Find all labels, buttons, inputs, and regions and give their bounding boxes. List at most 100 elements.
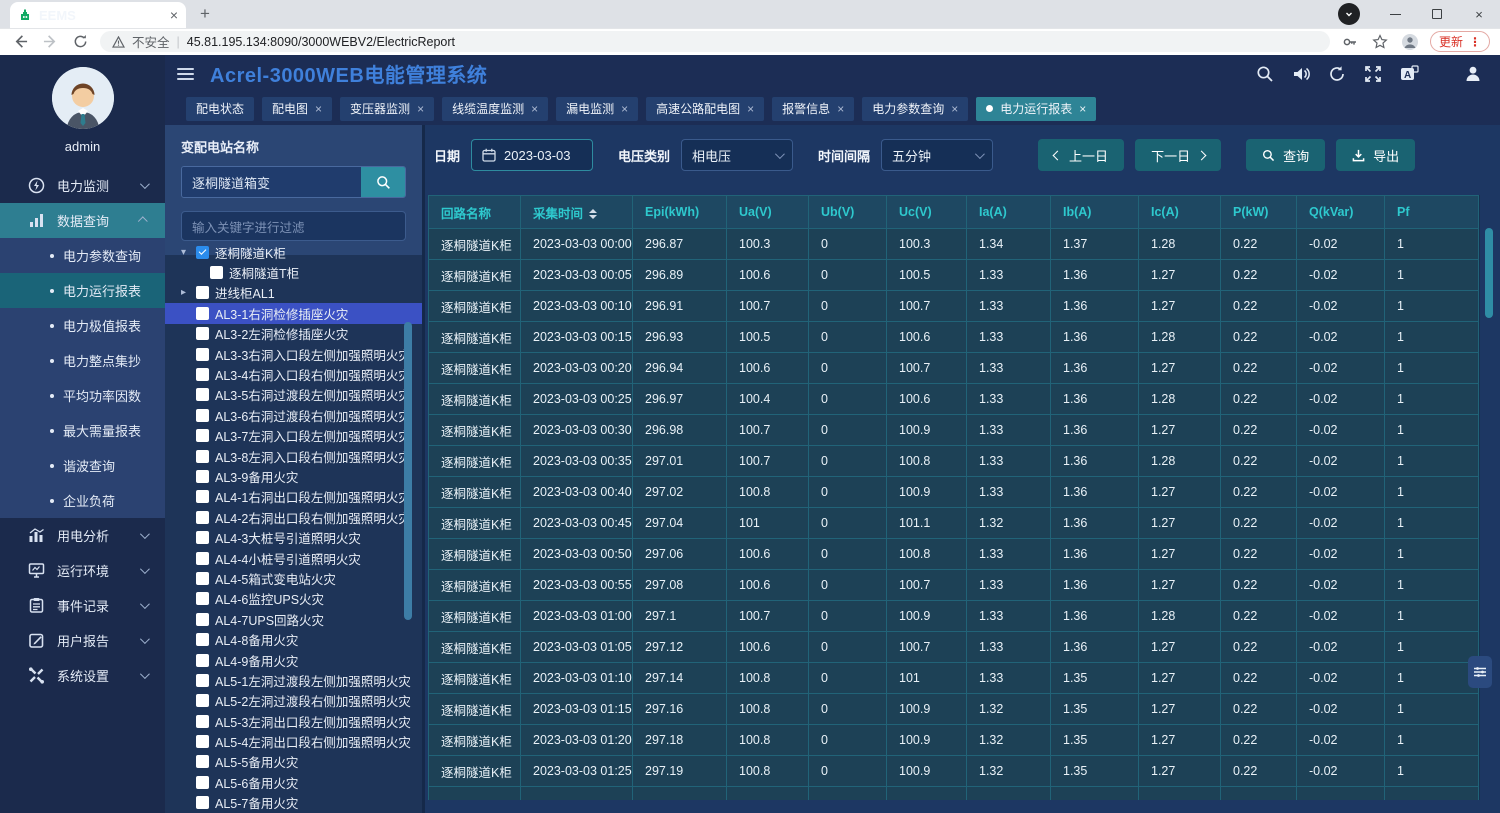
sidebar-item-environment[interactable]: 运行环境 [0,553,165,588]
table-column-header[interactable]: Ia(A) [967,196,1051,229]
tree-item[interactable]: AL5-4左洞出口段右侧加强照明火灾 [165,731,422,751]
table-row[interactable]: 逐桐隧道K柜2023-03-03 00:00296.87100.30100.31… [429,229,1479,260]
tree-item[interactable]: AL4-5箱式变电站火灾 [165,568,422,588]
search-icon[interactable] [1252,62,1278,86]
table-row[interactable]: 逐桐隧道K柜2023-03-03 00:45297.041010101.11.3… [429,508,1479,539]
tree-item[interactable]: AL3-1右洞检修插座火灾 [165,303,422,323]
tree-item[interactable]: AL3-5右洞过渡段左侧加强照明火灾 [165,385,422,405]
tab-close-icon[interactable]: × [621,102,628,116]
table-row[interactable]: 逐桐隧道K柜2023-03-03 00:35297.01100.70100.81… [429,446,1479,477]
tree-filter-input[interactable]: 输入关键字进行过滤 [181,211,406,241]
tree-checkbox[interactable] [196,613,209,626]
tree-item[interactable]: AL3-6右洞过渡段右侧加强照明火灾 [165,405,422,425]
reload-icon[interactable] [70,32,90,52]
tree-checkbox[interactable] [196,429,209,442]
tree-checkbox[interactable] [196,388,209,401]
table-column-header[interactable]: 采集时间 [521,196,633,229]
tree-item[interactable]: AL3-7左洞入口段左侧加强照明火灾 [165,426,422,446]
station-search-button[interactable] [361,167,405,197]
close-button[interactable]: × [1458,0,1500,28]
sidebar-item-data-query[interactable]: 数据查询 [0,203,165,238]
password-key-icon[interactable] [1340,32,1360,52]
tab-close-icon[interactable]: × [951,102,958,116]
browser-tab[interactable]: EEMS × [10,2,186,28]
table-column-header[interactable]: Ic(A) [1139,196,1221,229]
tab-close-icon[interactable]: × [315,102,322,116]
table-column-header[interactable]: Q(kVar) [1297,196,1385,229]
sidebar-item-hourly-copy[interactable]: 电力整点集抄 [0,343,165,378]
sound-icon[interactable] [1288,62,1314,86]
table-column-header[interactable]: Ub(V) [809,196,887,229]
table-row[interactable]: 逐桐隧道K柜2023-03-03 00:05296.89100.60100.51… [429,260,1479,291]
date-input[interactable]: 2023-03-03 [471,139,593,171]
sidebar-item-power-monitoring[interactable]: 电力监测 [0,168,165,203]
table-row[interactable]: 逐桐隧道K柜2023-03-03 00:10296.91100.70100.71… [429,291,1479,322]
table-row[interactable]: 逐桐隧道K柜2023-03-03 01:15297.16100.80100.91… [429,694,1479,725]
tab-close-icon[interactable]: × [417,102,424,116]
tree-item[interactable]: AL5-2左洞过渡段右侧加强照明火灾 [165,691,422,711]
table-row[interactable]: 逐桐隧道K柜2023-03-03 00:30296.98100.70100.91… [429,415,1479,446]
tree-scrollbar[interactable] [404,322,412,620]
translate-icon[interactable]: A [1396,62,1422,86]
tree-checkbox[interactable] [196,307,209,320]
user-icon[interactable] [1460,62,1486,86]
sidebar-item-enterprise-load[interactable]: 企业负荷 [0,483,165,518]
tree-checkbox[interactable] [196,511,209,524]
tree-checkbox[interactable] [196,327,209,340]
tree-checkbox[interactable] [196,776,209,789]
tree-checkbox[interactable] [196,490,209,503]
table-row[interactable]: 逐桐隧道K柜2023-03-03 01:05297.12100.60100.71… [429,632,1479,663]
bookmark-star-icon[interactable] [1370,32,1390,52]
tree-item[interactable]: AL4-9备用火灾 [165,650,422,670]
tree-checkbox[interactable] [196,450,209,463]
tree-checkbox[interactable] [196,286,209,299]
tree-item[interactable]: AL5-6备用火灾 [165,772,422,792]
browser-profile-icon[interactable] [1400,32,1420,52]
tab-close-icon[interactable]: × [531,102,538,116]
tree-item[interactable]: AL3-4右洞入口段右侧加强照明火灾 [165,364,422,384]
table-column-header[interactable]: Epi(kWh) [633,196,727,229]
sort-icon[interactable] [589,209,597,219]
tree-item[interactable]: AL3-9备用火灾 [165,466,422,486]
tree-checkbox[interactable] [196,572,209,585]
sidebar-item-param-query[interactable]: 电力参数查询 [0,238,165,273]
previous-day-button[interactable]: 上一日 [1038,139,1124,171]
tree-item[interactable]: AL4-4小桩号引道照明火灾 [165,548,422,568]
sidebar-item-system-settings[interactable]: 系统设置 [0,658,165,693]
tree-item[interactable]: AL5-1左洞过渡段左侧加强照明火灾 [165,670,422,690]
sidebar-item-user-report[interactable]: 用户报告 [0,623,165,658]
tree-item[interactable]: AL3-2左洞检修插座火灾 [165,324,422,344]
tree-item[interactable]: AL4-3大桩号引道照明火灾 [165,527,422,547]
tree-checkbox[interactable] [196,552,209,565]
tree-item[interactable]: ▸ 进线柜AL1 [165,283,422,303]
sidebar-item-usage-analysis[interactable]: 用电分析 [0,518,165,553]
new-tab-button[interactable]: + [192,1,218,27]
tree-item[interactable]: AL5-7备用火灾 [165,793,422,813]
query-button[interactable]: 查询 [1246,139,1325,171]
tree-item[interactable]: AL5-3左洞出口段左侧加强照明火灾 [165,711,422,731]
maximize-button[interactable] [1416,0,1458,28]
tree-item[interactable]: AL4-7UPS回路火灾 [165,609,422,629]
tree-checkbox[interactable] [196,715,209,728]
tree-item[interactable]: AL4-8备用火灾 [165,629,422,649]
export-button[interactable]: 导出 [1336,139,1415,171]
workspace-tab-alarm-info[interactable]: 报警信息 × [772,97,854,121]
browser-update-indicator-icon[interactable] [1338,3,1360,25]
tab-close-icon[interactable]: × [1079,102,1086,116]
workspace-tab-run-report[interactable]: 电力运行报表 × [976,97,1096,121]
tree-checkbox[interactable] [196,654,209,667]
table-row[interactable]: 逐桐隧道K柜2023-03-03 01:20297.18100.80100.91… [429,725,1479,756]
tree-checkbox[interactable] [196,246,209,259]
table-column-header[interactable]: Pf [1385,196,1479,229]
table-column-header[interactable]: Ua(V) [727,196,809,229]
hamburger-menu-icon[interactable] [177,68,194,80]
table-row[interactable]: 逐桐隧道K柜2023-03-03 01:25297.19100.80100.91… [429,756,1479,787]
tree-checkbox[interactable] [196,674,209,687]
tree-checkbox[interactable] [196,348,209,361]
tree-checkbox[interactable] [210,266,223,279]
voltage-type-select[interactable]: 相电压 [681,139,793,171]
back-icon[interactable] [10,32,30,52]
tree-item[interactable]: 逐桐隧道T柜 [165,262,422,282]
url-bar[interactable]: 不安全 | 45.81.195.134:8090/3000WEBV2/Elect… [100,31,1330,52]
tree-checkbox[interactable] [196,633,209,646]
